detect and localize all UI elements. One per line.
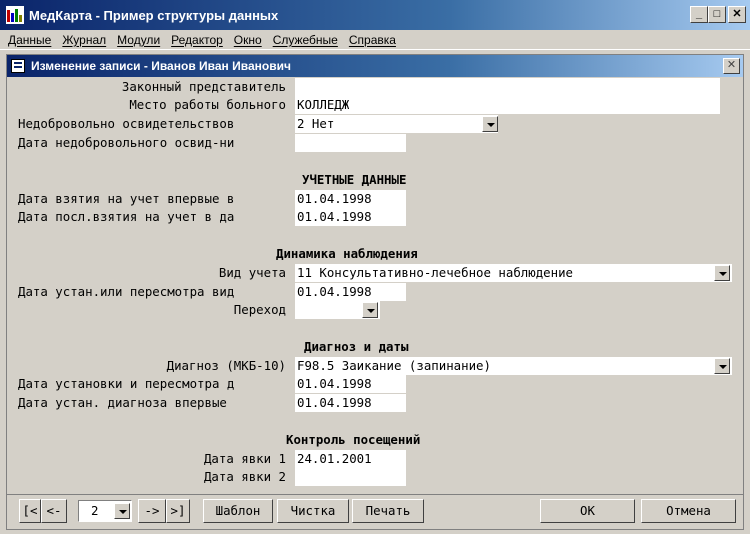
diagnosis-review-date-input[interactable]: 01.04.1998 [295,375,406,393]
last-record-button[interactable]: >] [166,499,190,523]
page-dropdown-button[interactable] [114,503,130,519]
transition-dropdown-button[interactable] [362,302,378,318]
account-type-date-label: Дата устан.или пересмотра вид [18,284,235,299]
minimize-button[interactable]: _ [690,6,708,23]
section-account-heading: УЧЕТНЫЕ ДАННЫЕ [302,172,407,187]
menu-data[interactable]: Данные [8,33,51,47]
section-dynamics-heading: Динамика наблюдения [276,246,418,261]
involuntary-select[interactable]: 2 Нет [295,115,498,133]
workplace-label: Место работы больного [129,97,286,112]
menu-window[interactable]: Окно [234,33,262,47]
app-titlebar[interactable]: МедКарта - Пример структуры данных _ □ ✕ [0,0,750,30]
menu-journal[interactable]: Журнал [62,33,106,47]
ok-button[interactable]: OK [540,499,635,523]
first-reg-date-label: Дата взятия на учет впервые в [18,191,235,206]
template-button[interactable]: Шаблон [203,499,273,523]
diagnosis-dropdown-button[interactable] [714,358,730,374]
diagnosis-label: Диагноз (МКБ-10) [166,358,286,373]
page-select[interactable]: 2 [78,500,132,522]
child-titlebar[interactable]: Изменение записи - Иванов Иван Иванович … [7,55,743,77]
app-title: МедКарта - Пример структуры данных [29,7,279,23]
navigation-toolbar: [< <- 2 -> >] Шаблон Чистка Печать OK От… [7,494,743,528]
legal-rep-label: Законный представитель [121,79,286,94]
legal-rep-input[interactable] [295,78,720,96]
account-type-date-input[interactable]: 01.04.1998 [295,283,406,301]
menu-editor[interactable]: Редактор [171,33,223,47]
transition-label: Переход [233,302,286,317]
account-type-select[interactable]: 11 Консультативно-лечебное наблюдение [295,264,732,282]
visit2-input[interactable] [295,468,406,486]
section-diagnosis-heading: Диагноз и даты [304,339,409,354]
visit1-label: Дата явки 1 [203,451,286,466]
workplace-input[interactable]: КОЛЛЕДЖ [295,96,720,114]
account-type-label: Вид учета [218,265,286,280]
involuntary-date-label: Дата недобровольного освид-ни [18,135,235,150]
last-reg-date-input[interactable]: 01.04.1998 [295,208,406,226]
section-visits-heading: Контроль посещений [286,432,421,447]
visit1-input[interactable]: 24.01.2001 [295,450,406,468]
account-type-dropdown-button[interactable] [714,265,730,281]
first-record-button[interactable]: [< [19,499,41,523]
diagnosis-select[interactable]: F98.5 Заикание (запинание) [295,357,732,375]
child-title: Изменение записи - Иванов Иван Иванович [31,59,291,73]
involuntary-label: Недобровольно освидетельствов [18,116,235,131]
menu-modules[interactable]: Модули [117,33,160,47]
document-icon [11,59,25,73]
close-window-button[interactable]: ✕ [728,6,746,23]
maximize-button[interactable]: □ [708,6,726,23]
prev-record-button[interactable]: <- [41,499,67,523]
diagnosis-first-date-input[interactable]: 01.04.1998 [295,394,406,412]
close-child-button[interactable]: ✕ [723,58,740,74]
cancel-button[interactable]: Отмена [641,499,736,523]
page-select-value: 2 [91,503,99,518]
next-record-button[interactable]: -> [138,499,166,523]
involuntary-date-input[interactable] [295,134,406,152]
involuntary-dropdown-button[interactable] [482,116,498,132]
app-logo-icon [6,6,24,24]
diagnosis-review-date-label: Дата установки и пересмотра д [18,376,235,391]
last-reg-date-label: Дата посл.взятия на учет в да [18,209,235,224]
visit2-label: Дата явки 2 [203,469,286,484]
menu-bar: Данные Журнал Модули Редактор Окно Служе… [0,30,750,50]
first-reg-date-input[interactable]: 01.04.1998 [295,190,406,208]
menu-service[interactable]: Служебные [273,33,338,47]
diagnosis-first-date-label: Дата устан. диагноза впервые [18,395,227,410]
clear-button[interactable]: Чистка [277,499,349,523]
print-button[interactable]: Печать [352,499,424,523]
menu-help[interactable]: Справка [349,33,396,47]
